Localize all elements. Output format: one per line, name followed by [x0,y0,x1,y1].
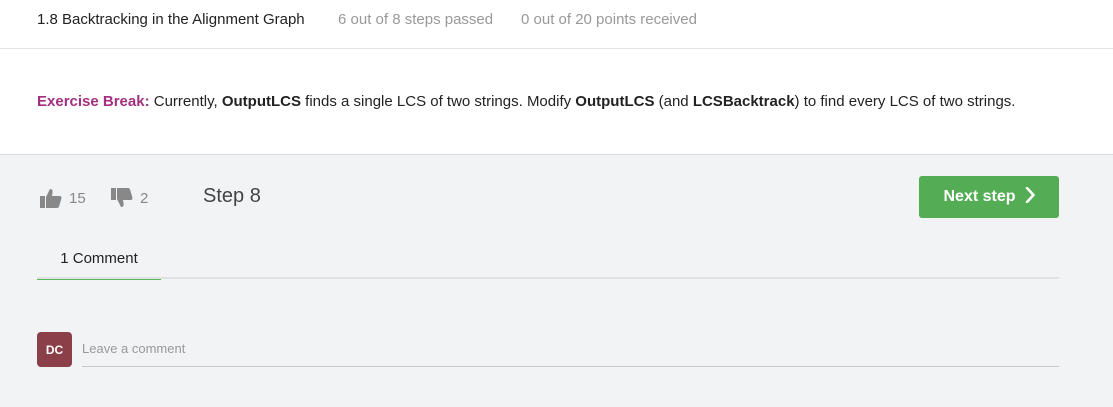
exercise-text-part: ) to find every LCS of two strings. [794,93,1016,110]
dislike-count: 2 [140,189,149,207]
exercise-text-part: finds a single LCS of two strings. Modif… [301,93,576,110]
lesson-title: 1.8 Backtracking in the Alignment Graph [37,11,305,28]
code-term-outputlcs: OutputLCS [575,93,655,110]
step-content: Exercise Break: Currently, OutputLCS fin… [0,49,1113,155]
like-button[interactable]: 15 [40,188,86,208]
dislike-button[interactable]: 2 [111,188,148,208]
tab-divider [37,277,1059,279]
steps-passed-status: 6 out of 8 steps passed [338,11,494,28]
tab-comments[interactable]: 1 Comment [37,250,161,280]
avatar: DC [37,332,72,367]
exercise-text-part: (and [654,93,693,110]
exercise-text-part: Currently, [149,93,222,110]
next-step-label: Next step [943,188,1016,205]
top-bar: 1.8 Backtracking in the Alignment Graph … [0,0,1113,49]
exercise-label: Exercise Break: [37,93,150,110]
thumbs-down-icon [111,188,133,208]
exercise-text: Exercise Break: Currently, OutputLCS fin… [37,93,1015,110]
comment-input[interactable] [82,336,1059,367]
code-term-outputlcs: OutputLCS [221,93,301,110]
chevron-right-icon [1016,186,1035,208]
next-step-button[interactable]: Next step [919,176,1059,218]
points-status: 0 out of 20 points received [521,11,697,28]
code-term-lcsbacktrack: LCSBacktrack [692,93,795,110]
thumbs-up-icon [40,188,62,208]
like-count: 15 [69,189,86,207]
step-label: Step 8 [203,185,261,207]
